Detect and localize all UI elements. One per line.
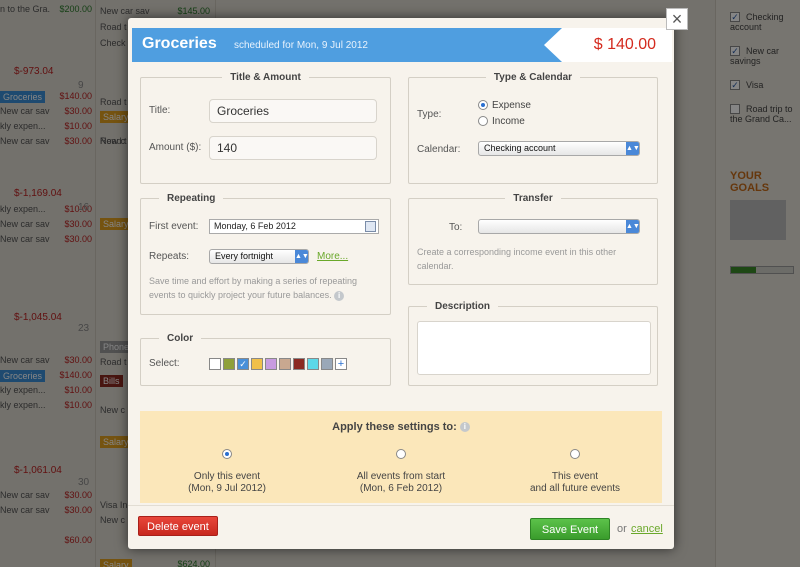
event-title-heading: Groceries [142, 35, 217, 52]
info-icon[interactable]: i [459, 422, 470, 433]
section-legend: Type & Calendar [485, 72, 581, 83]
amount-label: Amount ($): [149, 142, 202, 153]
amount-input[interactable]: 140 [209, 136, 377, 160]
color-swatch[interactable] [209, 358, 221, 370]
select-arrows-icon: ▲▼ [626, 142, 640, 155]
first-event-label: First event: [149, 221, 199, 232]
save-event-button[interactable]: Save Event [530, 518, 610, 540]
event-schedule-subtitle: scheduled for Mon, 9 Jul 2012 [234, 40, 368, 51]
color-section: Color Select: ✓ + [140, 333, 391, 386]
select-arrows-icon: ▲▼ [295, 250, 309, 263]
dialog-header: Groceries scheduled for Mon, 9 Jul 2012 … [132, 28, 672, 62]
repeats-select[interactable]: Every fortnight ▲▼ [209, 249, 309, 264]
apply-option-label: All events from start [356, 471, 446, 482]
transfer-help-text: Create a corresponding income event in t… [417, 247, 617, 271]
type-calendar-section: Type & Calendar Type: Expense Income Cal… [408, 72, 658, 184]
calendar-icon[interactable] [365, 221, 376, 232]
first-event-date-value: Monday, 6 Feb 2012 [214, 221, 296, 231]
transfer-to-select[interactable]: ▲▼ [478, 219, 640, 234]
color-swatch[interactable] [307, 358, 319, 370]
title-amount-section: Title & Amount Title: Groceries Amount (… [140, 72, 391, 184]
title-label: Title: [149, 105, 171, 116]
section-legend: Title & Amount [222, 72, 309, 83]
type-label: Type: [417, 109, 442, 120]
more-repeat-options-link[interactable]: More... [317, 251, 348, 262]
color-swatch[interactable] [279, 358, 291, 370]
color-swatch[interactable] [321, 358, 333, 370]
apply-only-this-radio[interactable] [222, 449, 232, 459]
calendar-select[interactable]: Checking account ▲▼ [478, 141, 640, 156]
add-color-icon[interactable]: + [335, 358, 347, 370]
color-swatches: ✓ + [209, 358, 353, 372]
color-swatch[interactable] [265, 358, 277, 370]
first-event-date-input[interactable]: Monday, 6 Feb 2012 [209, 219, 379, 234]
color-select-label: Select: [149, 358, 180, 369]
calendar-label: Calendar: [417, 144, 461, 155]
color-swatch[interactable] [293, 358, 305, 370]
apply-future-events-radio[interactable] [570, 449, 580, 459]
type-income-label[interactable]: Income [492, 116, 525, 127]
or-text: or [617, 523, 627, 535]
apply-all-events-radio[interactable] [396, 449, 406, 459]
color-swatch[interactable] [251, 358, 263, 370]
apply-option-label: This event [551, 471, 599, 482]
section-legend: Transfer [505, 193, 561, 204]
delete-event-button[interactable]: Delete event [138, 516, 218, 536]
description-section: Description [408, 301, 658, 386]
type-expense-label[interactable]: Expense [492, 100, 531, 111]
type-income-radio[interactable] [478, 116, 488, 126]
type-expense-radio[interactable] [478, 100, 488, 110]
section-legend: Color [159, 333, 202, 344]
select-arrows-icon: ▲▼ [626, 220, 640, 233]
edit-event-dialog: Groceries scheduled for Mon, 9 Jul 2012 … [128, 18, 674, 549]
info-icon[interactable]: i [334, 290, 345, 301]
apply-option-date: (Mon, 9 Jul 2012) [188, 483, 266, 494]
dialog-footer: Delete event Save Event or cancel [128, 505, 674, 549]
apply-option-date: (Mon, 6 Feb 2012) [359, 483, 443, 494]
apply-option-future-events[interactable]: This event and all future events [488, 449, 662, 495]
description-textarea[interactable] [417, 321, 651, 375]
apply-option-detail: and all future events [529, 483, 621, 494]
apply-settings-title: Apply these settings to: i [140, 421, 662, 433]
apply-option-all-events[interactable]: All events from start (Mon, 6 Feb 2012) [314, 449, 488, 495]
apply-settings-panel: Apply these settings to: i Only this eve… [140, 411, 662, 503]
title-input[interactable]: Groceries [209, 99, 377, 123]
section-legend: Description [427, 301, 499, 312]
transfer-to-label: To: [449, 222, 463, 233]
apply-option-label: Only this event [193, 471, 261, 482]
calendar-select-value: Checking account [484, 143, 556, 153]
section-legend: Repeating [159, 193, 224, 204]
repeats-label: Repeats: [149, 251, 190, 262]
color-swatch[interactable] [223, 358, 235, 370]
repeats-select-value: Every fortnight [215, 251, 274, 261]
cancel-link[interactable]: cancel [631, 523, 663, 535]
apply-option-only-this[interactable]: Only this event (Mon, 9 Jul 2012) [140, 449, 314, 495]
repeating-help-text: Save time and effort by making a series … [149, 276, 357, 301]
close-dialog-button[interactable]: × [666, 8, 688, 30]
transfer-section: Transfer To: ▲▼ Create a corresponding i… [408, 193, 658, 285]
repeating-section: Repeating First event: Monday, 6 Feb 201… [140, 193, 391, 315]
color-swatch-selected[interactable]: ✓ [237, 358, 249, 370]
event-amount-display: $ 140.00 [544, 28, 672, 62]
